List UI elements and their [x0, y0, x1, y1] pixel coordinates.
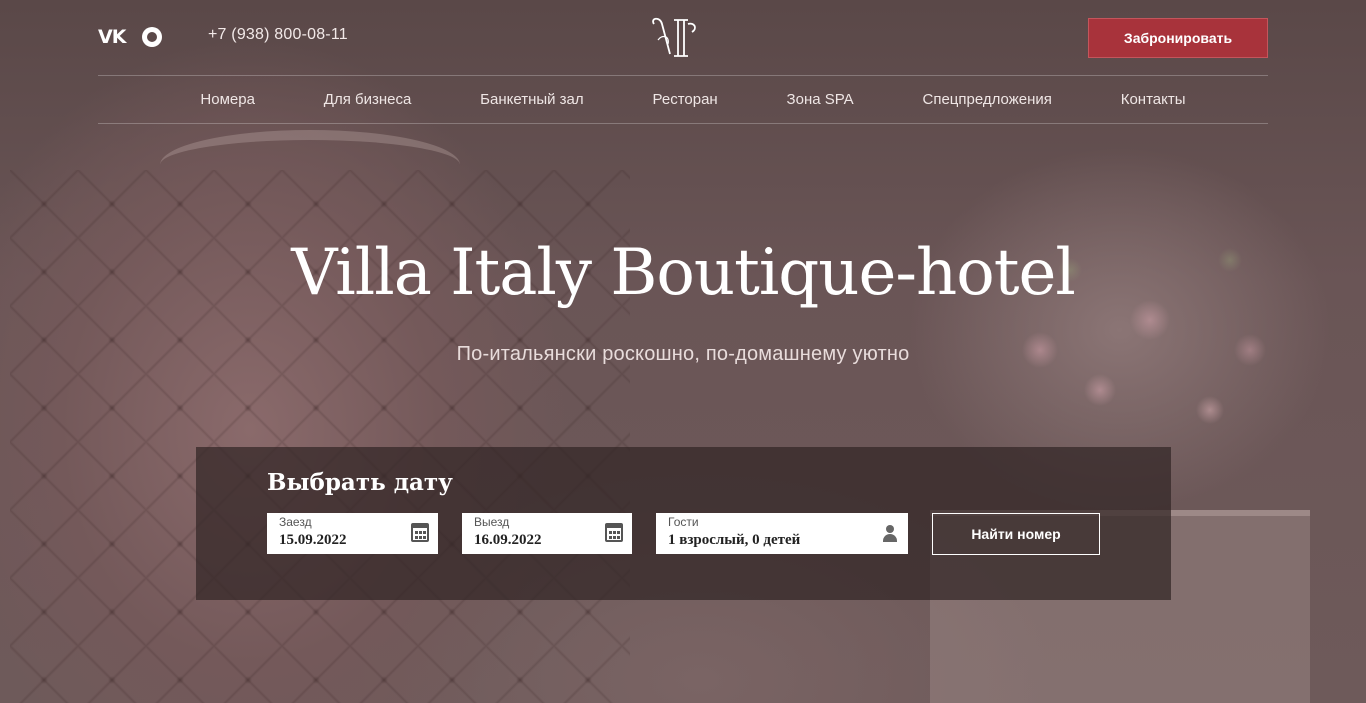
booking-panel: Выбрать дату Заезд 15.09.2022 Выезд 16.0…	[196, 447, 1171, 600]
site-header: VK +7 (938) 800-08-11 Забронировать Номе…	[98, 0, 1268, 124]
checkin-label: Заезд	[279, 515, 312, 529]
nav-item-banquet-hall[interactable]: Банкетный зал	[480, 91, 584, 108]
book-button[interactable]: Забронировать	[1088, 18, 1268, 58]
hotel-logo[interactable]	[648, 14, 700, 60]
nav-item-spa[interactable]: Зона SPA	[787, 91, 854, 108]
calendar-icon[interactable]	[411, 523, 429, 542]
checkout-label: Выезд	[474, 515, 510, 529]
calendar-icon[interactable]	[605, 523, 623, 542]
phone-link[interactable]: +7 (938) 800-08-11	[208, 26, 348, 44]
social-links: VK	[98, 26, 162, 48]
guests-value: 1 взрослый, 0 детей	[668, 532, 801, 548]
nav-item-restaurant[interactable]: Ресторан	[653, 91, 718, 108]
checkin-value: 15.09.2022	[279, 532, 347, 548]
guests-label: Гости	[668, 515, 699, 529]
nav-item-contacts[interactable]: Контакты	[1121, 91, 1186, 108]
hero-subtitle: По-итальянски роскошно, по-домашнему уют…	[456, 343, 910, 365]
vk-icon[interactable]: VK	[98, 26, 126, 48]
nav-item-special-offers[interactable]: Спецпредложения	[923, 91, 1052, 108]
nav-item-rooms[interactable]: Номера	[200, 91, 255, 108]
checkout-value: 16.09.2022	[474, 532, 542, 548]
headboard-frame	[160, 130, 460, 200]
hero-title: Villa Italy Boutique-hotel	[291, 236, 1076, 310]
nav-item-business[interactable]: Для бизнеса	[324, 91, 412, 108]
checkout-field[interactable]: Выезд 16.09.2022	[462, 513, 632, 554]
guests-field[interactable]: Гости 1 взрослый, 0 детей	[656, 513, 908, 554]
find-room-button[interactable]: Найти номер	[932, 513, 1100, 555]
whatsapp-icon[interactable]	[142, 27, 162, 47]
user-icon	[883, 525, 897, 543]
checkin-field[interactable]: Заезд 15.09.2022	[267, 513, 438, 554]
booking-title: Выбрать дату	[267, 469, 453, 496]
main-nav: Номера Для бизнеса Банкетный зал Рестора…	[98, 75, 1268, 124]
